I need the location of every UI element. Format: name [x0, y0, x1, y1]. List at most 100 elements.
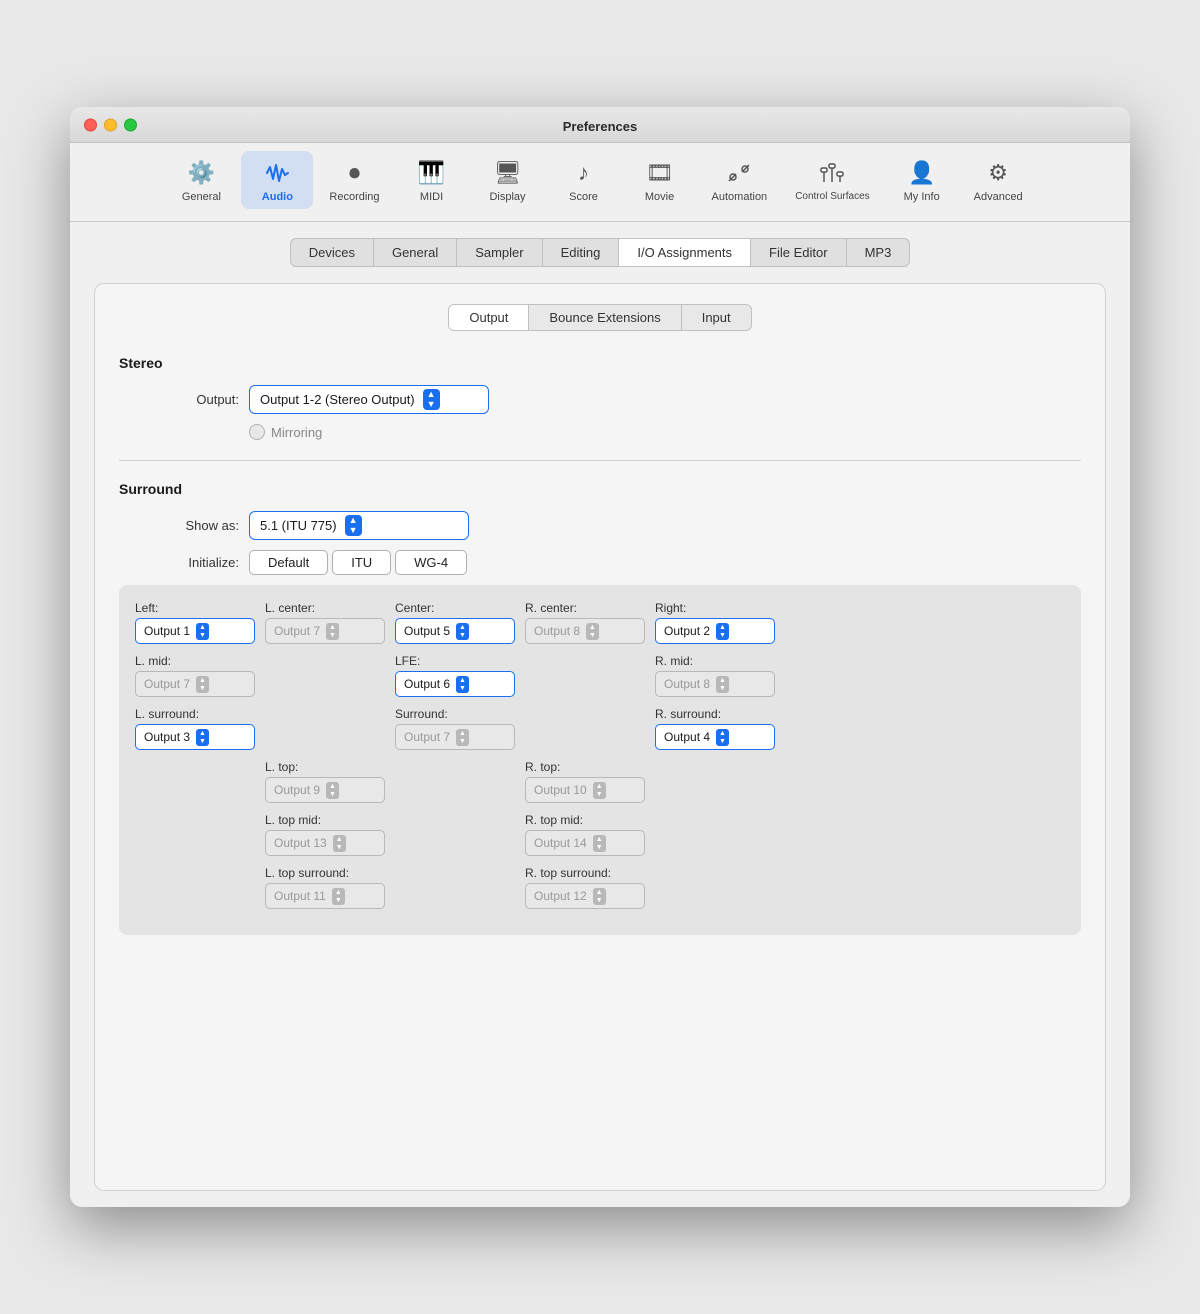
cell-rmid: R. mid: Output 8 ▲ ▼ — [655, 654, 775, 697]
ltopmid-arrows: ▲ ▼ — [333, 835, 346, 852]
toolbar-item-movie[interactable]: 🎞 Movie — [624, 151, 696, 209]
cell-rsurround: R. surround: Output 4 ▲ ▼ — [655, 707, 775, 750]
lfe-value: Output 6 — [404, 677, 450, 691]
lsurround-select[interactable]: Output 3 ▲ ▼ — [135, 724, 255, 750]
toolbar-item-audio[interactable]: Audio — [241, 151, 313, 209]
tab-sampler[interactable]: Sampler — [457, 239, 542, 266]
tab-devices[interactable]: Devices — [291, 239, 374, 266]
toolbar: ⚙️ General Audio ⏺ Recording 🎹 MIDI 🖥 Di… — [70, 143, 1130, 222]
tab-io-assignments[interactable]: I/O Assignments — [619, 239, 751, 266]
display-icon: 🖥 — [492, 157, 524, 189]
toolbar-label-movie: Movie — [645, 191, 674, 203]
sub-tab-group: Output Bounce Extensions Input — [448, 304, 751, 331]
lmid-select[interactable]: Output 7 ▲ ▼ — [135, 671, 255, 697]
left-select[interactable]: Output 1 ▲ ▼ — [135, 618, 255, 644]
tab-editing[interactable]: Editing — [543, 239, 620, 266]
surround-row-1: Left: Output 1 ▲ ▼ L. center: Output — [135, 601, 1065, 644]
tab-general[interactable]: General — [374, 239, 457, 266]
toolbar-item-automation[interactable]: Automation — [700, 151, 780, 209]
ltop-select[interactable]: Output 9 ▲ ▼ — [265, 777, 385, 803]
show-as-label: Show as: — [119, 518, 239, 533]
output-select-value: Output 1-2 (Stereo Output) — [260, 392, 415, 407]
center-select[interactable]: Output 5 ▲ ▼ — [395, 618, 515, 644]
lmid-label: L. mid: — [135, 654, 255, 668]
output-select[interactable]: Output 1-2 (Stereo Output) ▲ ▼ — [249, 385, 489, 414]
sub-tab-bounce-extensions[interactable]: Bounce Extensions — [529, 305, 681, 330]
lfe-select[interactable]: Output 6 ▲ ▼ — [395, 671, 515, 697]
cell-ltop: L. top: Output 9 ▲ ▼ — [265, 760, 385, 803]
surround-row-4: L. top: Output 9 ▲ ▼ R. top: — [265, 760, 1065, 803]
rcenter-value: Output 8 — [534, 624, 580, 638]
mirroring-row: Mirroring — [119, 424, 1081, 440]
tab-mp3[interactable]: MP3 — [847, 239, 910, 266]
ltopsurround-select[interactable]: Output 11 ▲ ▼ — [265, 883, 385, 909]
lcenter-select[interactable]: Output 7 ▲ ▼ — [265, 618, 385, 644]
toolbar-item-display[interactable]: 🖥 Display — [472, 151, 544, 209]
rcenter-label: R. center: — [525, 601, 645, 615]
lsurround-arrows: ▲ ▼ — [196, 729, 209, 746]
rcenter-select[interactable]: Output 8 ▲ ▼ — [525, 618, 645, 644]
cell-left: Left: Output 1 ▲ ▼ — [135, 601, 255, 644]
ltop-value: Output 9 — [274, 783, 320, 797]
minimize-button[interactable] — [104, 118, 117, 131]
content-area: Devices General Sampler Editing I/O Assi… — [70, 222, 1130, 1207]
cell-lsurround: L. surround: Output 3 ▲ ▼ — [135, 707, 255, 750]
output-label: Output: — [119, 392, 239, 407]
initialize-row: Initialize: Default ITU WG-4 — [119, 550, 1081, 575]
ltopmid-select[interactable]: Output 13 ▲ ▼ — [265, 830, 385, 856]
toolbar-label-score: Score — [569, 191, 598, 203]
output-row: Output: Output 1-2 (Stereo Output) ▲ ▼ — [119, 385, 1081, 414]
ltopsurround-label: L. top surround: — [265, 866, 385, 880]
rtop-label: R. top: — [525, 760, 645, 774]
initialize-label: Initialize: — [119, 555, 239, 570]
sub-tab-output[interactable]: Output — [449, 305, 529, 330]
rtopmid-select[interactable]: Output 14 ▲ ▼ — [525, 830, 645, 856]
rtopsurround-select[interactable]: Output 12 ▲ ▼ — [525, 883, 645, 909]
cell-rtop: R. top: Output 10 ▲ ▼ — [525, 760, 645, 803]
mirroring-checkbox[interactable] — [249, 424, 265, 440]
mirroring-checkbox-label: Mirroring — [249, 424, 322, 440]
ltopsurround-arrows: ▲ ▼ — [332, 888, 345, 905]
sub-tab-input[interactable]: Input — [682, 305, 751, 330]
toolbar-label-general: General — [182, 191, 221, 203]
surround-value: Output 7 — [404, 730, 450, 744]
toolbar-item-advanced[interactable]: ⚙ Advanced — [962, 151, 1035, 209]
rmid-select[interactable]: Output 8 ▲ ▼ — [655, 671, 775, 697]
toolbar-item-general[interactable]: ⚙️ General — [165, 151, 237, 209]
zoom-button[interactable] — [124, 118, 137, 131]
midi-icon: 🎹 — [416, 157, 448, 189]
center-arrows: ▲ ▼ — [456, 623, 469, 640]
surround-row-6: L. top surround: Output 11 ▲ ▼ R. top su… — [265, 866, 1065, 909]
rsurround-select[interactable]: Output 4 ▲ ▼ — [655, 724, 775, 750]
toolbar-item-recording[interactable]: ⏺ Recording — [317, 151, 391, 209]
lsurround-label: L. surround: — [135, 707, 255, 721]
toolbar-item-score[interactable]: ♪ Score — [548, 151, 620, 209]
rtopsurround-label: R. top surround: — [525, 866, 645, 880]
left-value: Output 1 — [144, 624, 190, 638]
lmid-value: Output 7 — [144, 677, 190, 691]
toolbar-label-control-surfaces: Control Surfaces — [795, 191, 869, 202]
movie-icon: 🎞 — [644, 157, 676, 189]
toolbar-label-display: Display — [489, 191, 525, 203]
rtop-select[interactable]: Output 10 ▲ ▼ — [525, 777, 645, 803]
show-as-value: 5.1 (ITU 775) — [260, 518, 337, 533]
control-surfaces-icon — [816, 157, 848, 189]
wg4-btn[interactable]: WG-4 — [395, 550, 467, 575]
show-as-select[interactable]: 5.1 (ITU 775) ▲ ▼ — [249, 511, 469, 540]
rmid-value: Output 8 — [664, 677, 710, 691]
cell-rtopsurround: R. top surround: Output 12 ▲ ▼ — [525, 866, 645, 909]
right-select[interactable]: Output 2 ▲ ▼ — [655, 618, 775, 644]
itu-btn[interactable]: ITU — [332, 550, 391, 575]
toolbar-label-advanced: Advanced — [974, 191, 1023, 203]
toolbar-item-my-info[interactable]: 👤 My Info — [886, 151, 958, 209]
toolbar-item-control-surfaces[interactable]: Control Surfaces — [783, 151, 881, 209]
default-btn[interactable]: Default — [249, 550, 328, 575]
tab-file-editor[interactable]: File Editor — [751, 239, 847, 266]
cell-ltopmid: L. top mid: Output 13 ▲ ▼ — [265, 813, 385, 856]
ltopsurround-value: Output 11 — [274, 889, 326, 903]
cell-right: Right: Output 2 ▲ ▼ — [655, 601, 775, 644]
toolbar-item-midi[interactable]: 🎹 MIDI — [396, 151, 468, 209]
rtopsurround-arrows: ▲ ▼ — [593, 888, 606, 905]
surround-select[interactable]: Output 7 ▲ ▼ — [395, 724, 515, 750]
close-button[interactable] — [84, 118, 97, 131]
